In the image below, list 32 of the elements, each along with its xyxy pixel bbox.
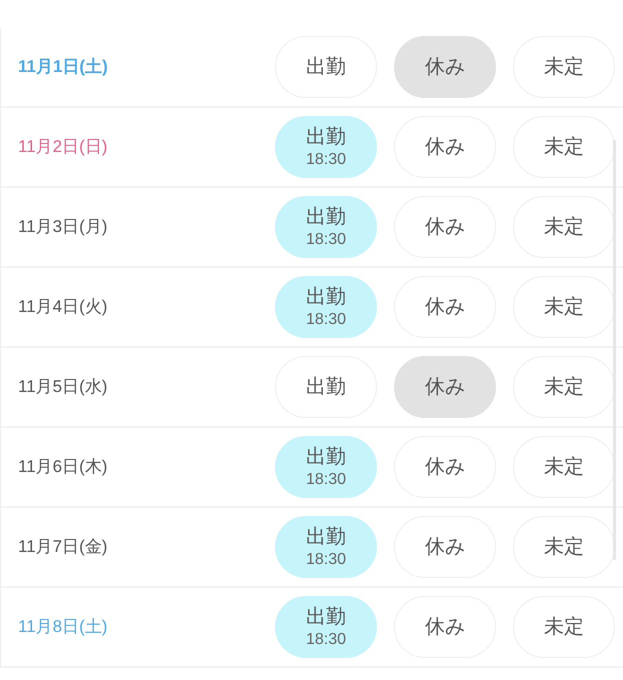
attend-button[interactable]: 出勤 18:30 bbox=[275, 276, 377, 338]
date-label: 11月1日(土) bbox=[18, 56, 109, 78]
attend-button[interactable]: 出勤 18:30 bbox=[275, 116, 377, 178]
undecided-button[interactable]: 未定 bbox=[513, 36, 615, 98]
date-label: 11月8日(土) bbox=[18, 616, 108, 638]
day-off-button[interactable]: 休み bbox=[394, 196, 496, 258]
attend-button[interactable]: 出勤 18:30 bbox=[275, 516, 377, 578]
date-label: 11月4日(火) bbox=[18, 296, 108, 318]
date-label: 11月5日(水) bbox=[18, 376, 108, 398]
attend-button[interactable]: 出勤 bbox=[275, 356, 377, 418]
day-off-button[interactable]: 休み bbox=[394, 436, 496, 498]
undecided-button[interactable]: 未定 bbox=[513, 196, 615, 258]
undecided-button[interactable]: 未定 bbox=[513, 516, 615, 578]
date-label: 11月7日(金) bbox=[18, 536, 108, 558]
attend-button[interactable]: 出勤 18:30 bbox=[275, 596, 377, 658]
attend-button[interactable]: 出勤 bbox=[275, 36, 377, 98]
undecided-button[interactable]: 未定 bbox=[513, 276, 615, 338]
date-label: 11月3日(月) bbox=[18, 216, 108, 238]
day-off-button[interactable]: 休み bbox=[394, 36, 496, 98]
undecided-button[interactable]: 未定 bbox=[513, 356, 615, 418]
attend-button[interactable]: 出勤 18:30 bbox=[275, 436, 377, 498]
day-off-button[interactable]: 休み bbox=[394, 276, 496, 338]
undecided-button[interactable]: 未定 bbox=[513, 436, 615, 498]
undecided-button[interactable]: 未定 bbox=[513, 596, 615, 658]
day-off-button[interactable]: 休み bbox=[394, 596, 496, 658]
attend-button[interactable]: 出勤 18:30 bbox=[275, 196, 377, 258]
date-label: 11月6日(木) bbox=[18, 456, 108, 478]
day-off-button[interactable]: 休み bbox=[394, 516, 496, 578]
day-off-button[interactable]: 休み bbox=[394, 356, 496, 418]
day-off-button[interactable]: 休み bbox=[394, 116, 496, 178]
undecided-button[interactable]: 未定 bbox=[513, 116, 615, 178]
date-label: 11月2日(日) bbox=[18, 136, 108, 158]
